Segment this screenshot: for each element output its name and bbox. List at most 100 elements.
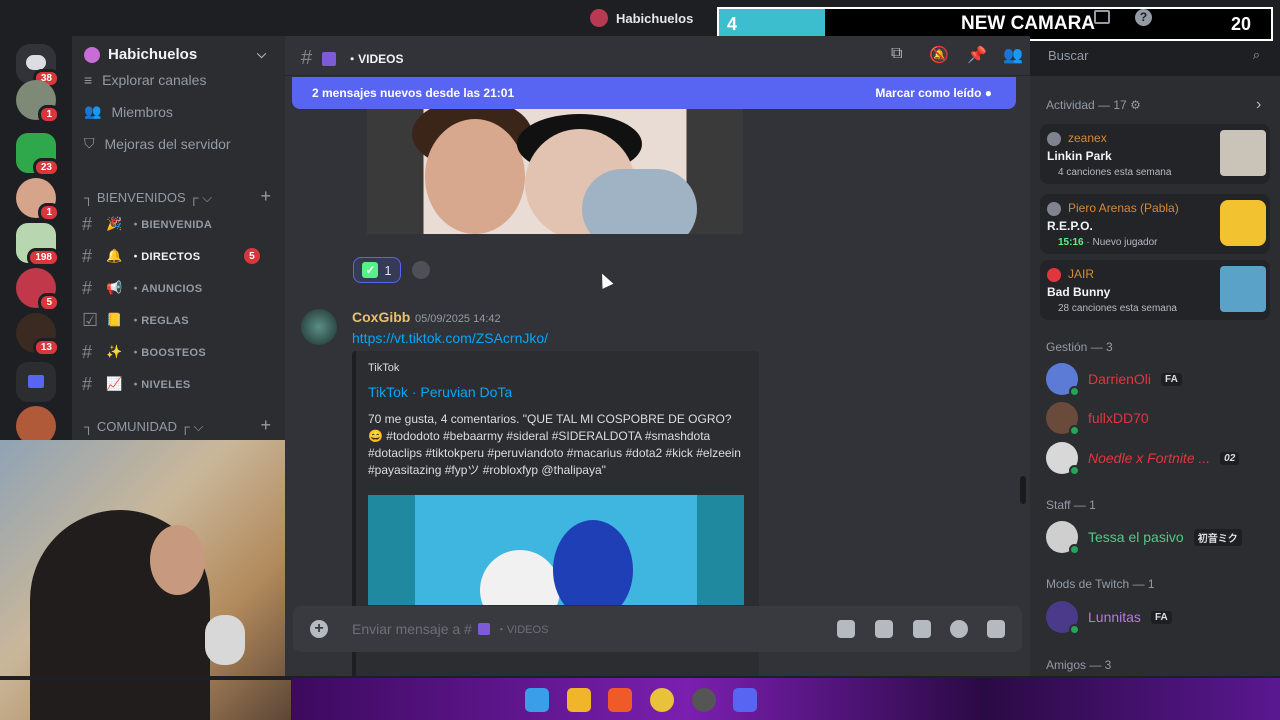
search-input[interactable]: Buscar ⌕	[1040, 44, 1268, 66]
window-title: Habichuelos	[590, 9, 693, 27]
mute-icon[interactable]: 🔕	[929, 45, 949, 65]
server-header[interactable]: Habichuelos ⌵	[84, 46, 266, 63]
server-icon-6[interactable]: 13	[16, 313, 60, 357]
category-comunidad[interactable]: ┐ COMUNIDAD ┌ ⌵	[84, 419, 203, 435]
sticker-icon[interactable]	[913, 620, 931, 638]
member-list-icon[interactable]: 👥	[1003, 45, 1023, 65]
hash-icon: #	[301, 47, 313, 69]
new-messages-text: 2 mensajes nuevos desde las 21:01	[312, 86, 515, 100]
channel-name: ・BIENVENIDA	[130, 219, 213, 231]
channel-anuncios[interactable]: # 📢 ・ANUNCIOS	[82, 274, 272, 302]
search-placeholder: Buscar	[1048, 48, 1089, 63]
user-avatar-icon	[1047, 268, 1061, 282]
composer-placeholder-text: Enviar mensaje a #	[352, 621, 472, 637]
scrollbar[interactable]	[1020, 476, 1026, 504]
hash-icon: #	[82, 245, 93, 266]
avatar[interactable]	[301, 309, 337, 345]
brave-icon[interactable]	[608, 688, 632, 712]
server-name: Habichuelos	[108, 46, 198, 63]
server-icon-2[interactable]: 23	[16, 133, 60, 177]
apps-icon[interactable]	[987, 620, 1005, 638]
composer-channel: ・VIDEOS	[495, 624, 549, 636]
pin-icon[interactable]: 📌	[967, 45, 987, 65]
member-item[interactable]: Noedle x Fortnite ... 02	[1046, 442, 1240, 476]
message-author[interactable]: CoxGibb	[352, 309, 410, 325]
activity-card[interactable]: Piero Arenas (Pabla) R.E.P.O. 15:16 · Nu…	[1040, 194, 1270, 254]
role-group-title: Amigos — 3	[1046, 658, 1112, 672]
threads-icon[interactable]: ⧉	[891, 45, 902, 63]
channel-directos[interactable]: # 🔔 ・DIRECTOS 5	[82, 242, 272, 270]
member-list: Actividad — 17 ⚙ › zeanex Linkin Park 4 …	[1030, 76, 1280, 676]
server-badge: 198	[27, 248, 60, 267]
add-reaction-icon[interactable]	[412, 261, 430, 279]
chevron-down-icon[interactable]: ⌵	[257, 47, 266, 62]
embed-provider: TikTok	[368, 362, 400, 374]
windows-taskbar	[292, 678, 1280, 720]
member-item[interactable]: fullxDD70	[1046, 402, 1149, 436]
discord-taskbar-icon[interactable]	[733, 688, 757, 712]
server-icon-4[interactable]: 198	[16, 223, 60, 267]
member-name: fullxDD70	[1088, 410, 1149, 426]
attach-plus-icon[interactable]: +	[310, 620, 328, 638]
server-icon-5[interactable]: 5	[16, 268, 60, 312]
user-avatar-icon	[1047, 132, 1061, 146]
embed-title[interactable]: TikTok · Peruvian DoTa	[368, 384, 512, 400]
file-explorer-icon[interactable]	[567, 688, 591, 712]
mark-read-icon: ●	[984, 86, 992, 100]
channel-niveles[interactable]: # 📈 ・NIVELES	[82, 370, 272, 398]
reaction-checkmark[interactable]: ✓ 1	[353, 257, 401, 283]
embed-thumbnail[interactable]	[368, 495, 744, 605]
avatar	[1046, 363, 1080, 397]
chrome-icon[interactable]	[650, 688, 674, 712]
activity-card[interactable]: JAIR Bad Bunny 28 canciones esta semana	[1040, 260, 1270, 320]
hash-icon: #	[82, 373, 93, 394]
mark-read-button[interactable]: Marcar como leído ●	[875, 86, 992, 100]
inbox-icon[interactable]	[1094, 10, 1110, 24]
help-icon[interactable]: ?	[1135, 9, 1152, 26]
sidebar-item-label: Explorar canales	[102, 72, 207, 88]
sidebar-item-explore[interactable]: ≡ Explorar canales	[84, 72, 206, 88]
status-dot	[1069, 624, 1080, 635]
sidebar-item-boosts[interactable]: ⛉ Mejoras del servidor	[84, 135, 231, 152]
emoji-icon[interactable]	[950, 620, 968, 638]
shield-icon: ⛉	[84, 135, 95, 151]
member-item[interactable]: DarrienOli FA	[1046, 363, 1182, 397]
server-icon-3[interactable]: 1	[16, 178, 60, 222]
activity-time: 15:16	[1058, 237, 1084, 248]
microphone	[205, 615, 245, 665]
discord-home-button[interactable]: 38	[16, 44, 60, 88]
activity-card[interactable]: zeanex Linkin Park 4 canciones esta sema…	[1040, 124, 1270, 184]
activity-subtitle-text: Nuevo jugador	[1092, 237, 1158, 248]
member-item[interactable]: Tessa el pasivo 初音ミク	[1046, 521, 1242, 555]
channel-bienvenida[interactable]: # 🎉 ・BIENVENIDA	[82, 210, 272, 238]
channel-reglas[interactable]: ☑ 📒 ・REGLAS	[82, 306, 272, 334]
chevron-right-icon[interactable]: ›	[1256, 96, 1261, 114]
gif-icon[interactable]	[875, 620, 893, 638]
server-folder[interactable]	[16, 362, 56, 402]
member-item[interactable]: Lunnitas FA	[1046, 601, 1172, 635]
windows-start-icon[interactable]	[525, 688, 549, 712]
server-badge: 23	[32, 158, 60, 177]
add-channel-button[interactable]: +	[260, 415, 271, 436]
message-image[interactable]	[367, 109, 743, 234]
message-composer[interactable]: + Enviar mensaje a # ・VIDEOS	[293, 606, 1022, 652]
app-icon[interactable]	[692, 688, 716, 712]
message-link[interactable]: https://vt.tiktok.com/ZSAcrnJko/	[352, 330, 548, 346]
clapper-icon	[477, 623, 490, 635]
folder-icon	[28, 375, 44, 388]
category-bienvenidos[interactable]: ┐ BIENVENIDOS ┌ ⌵	[84, 190, 212, 206]
sidebar-item-members[interactable]: 👥 Miembros	[84, 103, 173, 120]
hash-icon: #	[82, 341, 93, 362]
member-tag: 02	[1220, 451, 1240, 465]
add-channel-button[interactable]: +	[260, 186, 271, 207]
new-messages-bar[interactable]: 2 mensajes nuevos desde las 21:01 Marcar…	[292, 77, 1016, 109]
activity-header[interactable]: Actividad — 17 ⚙	[1046, 98, 1141, 112]
hash-icon: #	[82, 277, 93, 298]
server-icon-1[interactable]: 1	[16, 80, 60, 124]
chat-header: # ・VIDEOS ⧉ 🔕 📌 👥	[285, 36, 1030, 76]
reaction-count: 1	[384, 262, 392, 278]
gift-icon[interactable]	[837, 620, 855, 638]
channel-boosteos[interactable]: # ✨ ・BOOSTEOS	[82, 338, 272, 366]
album-art	[1220, 130, 1266, 176]
activity-subtitle: 15:16 · Nuevo jugador	[1058, 237, 1158, 248]
